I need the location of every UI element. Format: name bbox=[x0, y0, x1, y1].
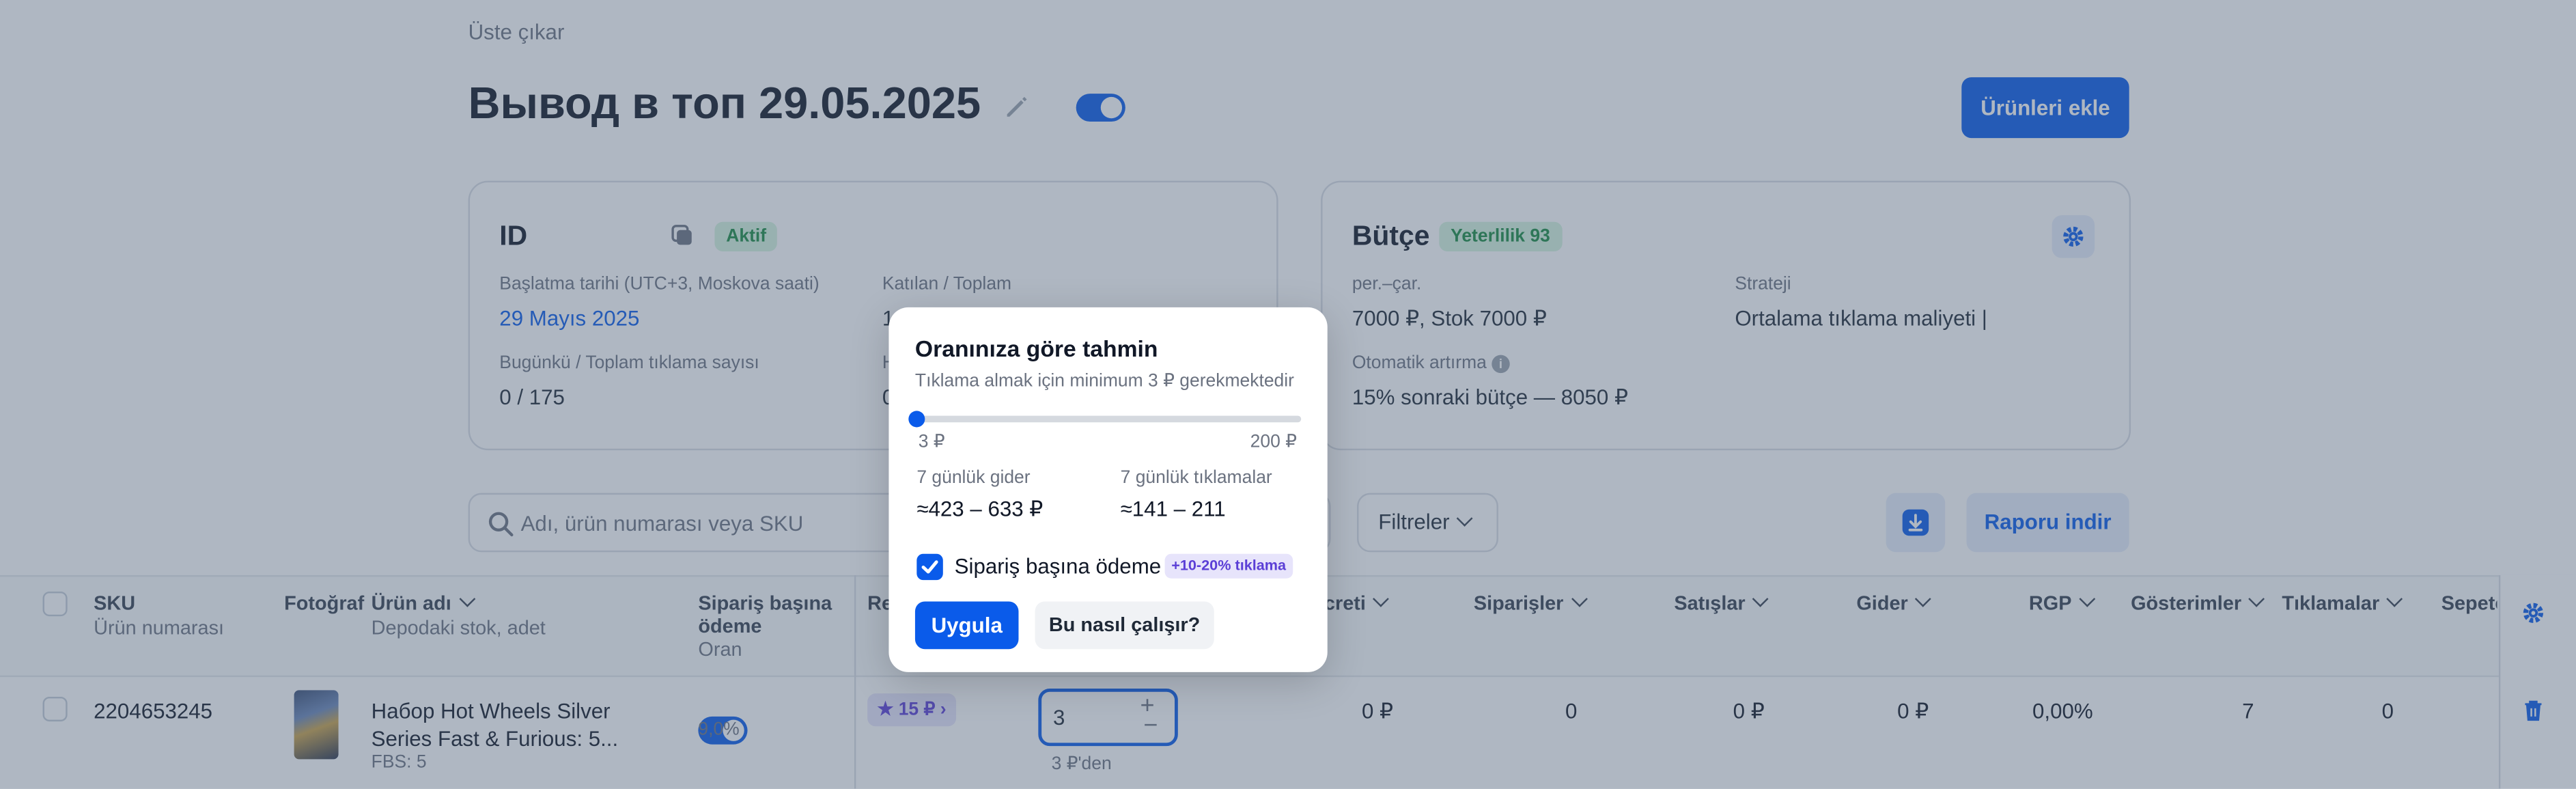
popup-title: Oranınıza göre tahmin bbox=[914, 335, 1158, 362]
bid-slider-track[interactable] bbox=[914, 415, 1302, 423]
expense-label: 7 günlük gider bbox=[916, 468, 1031, 488]
pay-per-order-option[interactable]: Sipariş başına ödeme bbox=[904, 542, 1162, 592]
apply-button-highlight: Uygula bbox=[904, 594, 1032, 656]
pay-per-order-label: Sipariş başına ödeme bbox=[954, 553, 1162, 579]
popup-subtitle: Tıklama almak için minimum 3 ₽ gerekmekt… bbox=[914, 371, 1294, 391]
slider-max-label: 200 ₽ bbox=[1250, 432, 1298, 452]
bid-slider-thumb[interactable] bbox=[908, 411, 925, 428]
checkmark-icon bbox=[921, 560, 938, 574]
pay-per-order-checkbox[interactable] bbox=[916, 553, 943, 581]
apply-button[interactable]: Uygula bbox=[914, 601, 1019, 650]
app-root: Üste çıkar Вывод в топ 29.05.2025 Ürünle… bbox=[0, 0, 2576, 789]
expense-value: ≈423 – 633 ₽ bbox=[916, 496, 1044, 521]
how-it-works-button[interactable]: Bu nasıl çalışır? bbox=[1035, 601, 1214, 650]
popup-clicks-label: 7 günlük tıklamalar bbox=[1120, 468, 1272, 488]
click-boost-badge: +10-20% tıklama bbox=[1164, 553, 1293, 579]
popup-clicks-value: ≈141 – 211 bbox=[1120, 496, 1226, 521]
slider-min-label: 3 ₽ bbox=[918, 432, 945, 452]
